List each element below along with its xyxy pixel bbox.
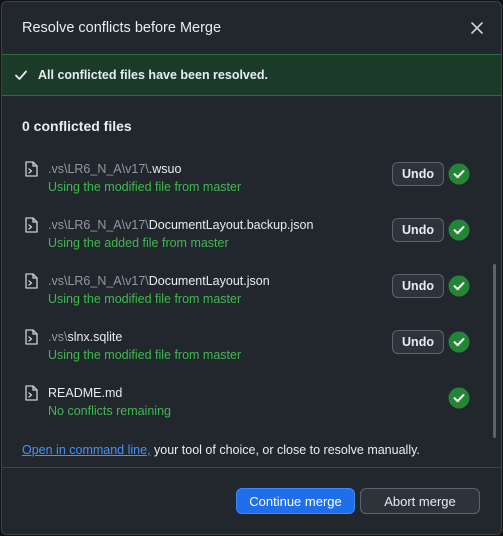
file-path: .vs\LR6_N_A\v17\DocumentLayout.json — [48, 274, 270, 288]
resolved-check-icon — [448, 275, 470, 297]
file-name: DocumentLayout.backup.json — [148, 218, 314, 232]
file-status: Using the modified file from master — [48, 292, 242, 306]
footnote: Open in command line, your tool of choic… — [22, 443, 420, 457]
abort-merge-button[interactable]: Abort merge — [360, 488, 480, 514]
file-status: Using the modified file from master — [48, 180, 242, 194]
check-icon — [15, 70, 27, 80]
file-dir: .vs\ — [48, 330, 68, 344]
dialog-footer: Continue merge Abort merge — [2, 467, 501, 534]
file-path: .vs\slnx.sqlite — [48, 330, 122, 344]
file-path: .vs\LR6_N_A\v17\.wsuo — [48, 162, 181, 176]
undo-button[interactable]: Undo — [392, 162, 444, 186]
file-row: .vs\LR6_N_A\v17\DocumentLayout.json Using… — [22, 270, 482, 326]
file-diff-icon — [22, 328, 40, 346]
continue-merge-button[interactable]: Continue merge — [236, 488, 355, 514]
file-name: README.md — [48, 386, 123, 400]
file-row: .vs\LR6_N_A\v17\DocumentLayout.backup.js… — [22, 214, 482, 270]
resolved-check-icon — [448, 331, 470, 353]
file-row: README.md No conflicts remaining — [22, 382, 482, 438]
file-path: README.md — [48, 386, 122, 400]
file-path: .vs\LR6_N_A\v17\DocumentLayout.backup.js… — [48, 218, 313, 232]
resolve-conflicts-dialog: Resolve conflicts before Merge All confl… — [1, 1, 502, 535]
scrollbar[interactable] — [493, 264, 496, 438]
file-diff-icon — [22, 160, 40, 178]
file-status: Using the modified file from master — [48, 348, 242, 362]
resolved-check-icon — [448, 163, 470, 185]
conflicted-files-count: 0 conflicted files — [22, 118, 132, 134]
file-name: slnx.sqlite — [67, 330, 123, 344]
file-dir: .vs\LR6_N_A\v17\ — [48, 274, 149, 288]
file-diff-icon — [22, 384, 40, 402]
footnote-text: your tool of choice, or close to resolve… — [150, 443, 420, 457]
file-list: .vs\LR6_N_A\v17\.wsuo Using the modified … — [22, 158, 482, 438]
dialog-content: 0 conflicted files .vs\LR6_N_A\v17\.wsuo… — [2, 96, 501, 467]
file-diff-icon — [22, 216, 40, 234]
close-button[interactable] — [465, 16, 489, 40]
close-icon — [471, 22, 483, 34]
undo-button[interactable]: Undo — [392, 274, 444, 298]
resolved-check-icon — [448, 219, 470, 241]
file-name: DocumentLayout.json — [148, 274, 270, 288]
resolved-banner: All conflicted files have been resolved. — [2, 54, 501, 96]
file-status: No conflicts remaining — [48, 404, 171, 418]
banner-text: All conflicted files have been resolved. — [38, 68, 268, 82]
file-row: .vs\slnx.sqlite Using the modified file f… — [22, 326, 482, 382]
dialog-header: Resolve conflicts before Merge — [2, 2, 501, 54]
file-row: .vs\LR6_N_A\v17\.wsuo Using the modified … — [22, 158, 482, 214]
file-status: Using the added file from master — [48, 236, 229, 250]
undo-button[interactable]: Undo — [392, 218, 444, 242]
file-name: .wsuo — [148, 162, 182, 176]
file-dir: .vs\LR6_N_A\v17\ — [48, 218, 149, 232]
file-dir: .vs\LR6_N_A\v17\ — [48, 162, 149, 176]
dialog-title: Resolve conflicts before Merge — [22, 20, 222, 36]
undo-button[interactable]: Undo — [392, 330, 444, 354]
open-command-line-link[interactable]: Open in command line, — [22, 443, 151, 457]
resolved-check-icon — [448, 387, 470, 409]
file-diff-icon — [22, 272, 40, 290]
